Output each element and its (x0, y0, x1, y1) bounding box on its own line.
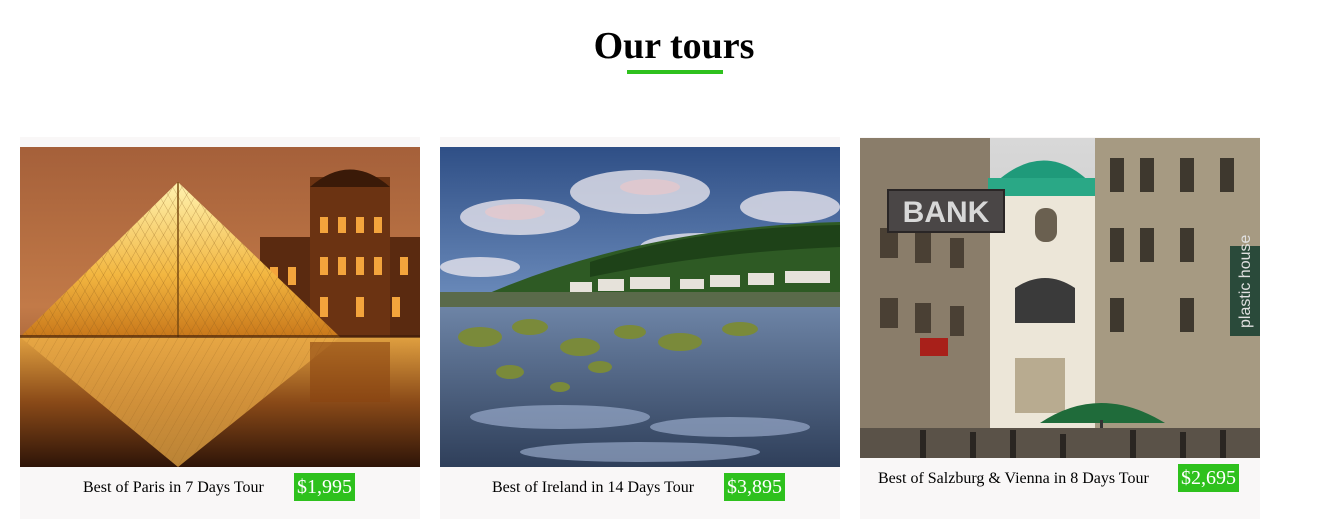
tour-card-paris[interactable]: Best of Paris in 7 Days Tour $1,995 (20, 137, 420, 519)
tour-name: Best of Paris in 7 Days Tour (83, 479, 264, 496)
tour-name: Best of Ireland in 14 Days Tour (492, 479, 695, 496)
tour-card-ireland[interactable]: Best of Ireland in 14 Days Tour $3,895 (440, 137, 840, 519)
bank-sign: BANK (903, 196, 990, 229)
plastic-house-sign: plastic house (1237, 235, 1254, 328)
tour-price: $3,895 (724, 473, 785, 501)
tour-price: $1,995 (294, 473, 355, 501)
tour-image-paris[interactable] (20, 147, 420, 467)
tour-image-ireland[interactable] (440, 147, 840, 467)
tour-name: Best of Salzburg & Vienna in 8 Days Tour (878, 470, 1149, 487)
tour-image-vienna[interactable]: BANK plastic house (860, 138, 1260, 458)
tour-card-vienna[interactable]: BANK plastic house Best of Salzburg & Vi… (860, 137, 1260, 519)
title-underline (627, 70, 723, 74)
section-title: Our tours (593, 25, 755, 67)
tour-price: $2,695 (1178, 464, 1239, 492)
